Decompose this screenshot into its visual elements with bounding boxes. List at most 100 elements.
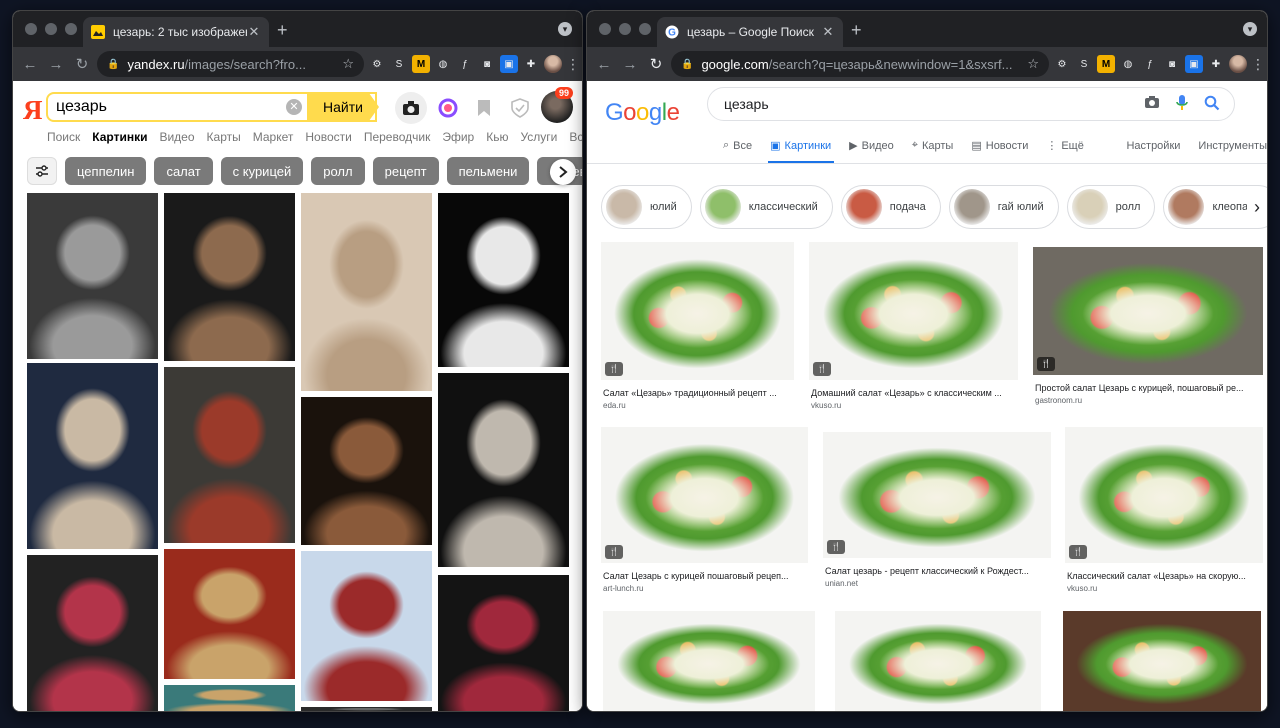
back-icon[interactable]: ← [19, 56, 41, 73]
result-image[interactable] [601, 427, 808, 563]
bookmark-star-icon[interactable]: ☆ [342, 56, 354, 72]
extension-camera-icon[interactable]: ◙ [1163, 55, 1181, 73]
extension-globe-icon[interactable]: ◍ [1119, 55, 1137, 73]
minimize-window-button[interactable] [619, 23, 631, 35]
menu-kebab-icon[interactable]: ⋮ [566, 56, 580, 73]
nav-item[interactable]: Поиск [47, 130, 80, 144]
result-source[interactable]: vkuso.ru [811, 401, 841, 410]
new-tab-button[interactable]: + [277, 20, 288, 41]
clear-search-icon[interactable]: ✕ [286, 99, 302, 115]
tab-yandex[interactable]: цезарь: 2 тыс изображений н ✕ [83, 17, 269, 47]
image-result[interactable]: 🍴 Простой салат Цезарь с курицей, пошагов… [1033, 247, 1263, 409]
extension-camera-icon[interactable]: ◙ [478, 55, 496, 73]
tab-more[interactable]: ⋮ Ещё [1046, 139, 1084, 153]
microphone-icon[interactable] [1176, 95, 1188, 114]
google-logo[interactable]: Google [605, 99, 680, 127]
nav-item[interactable]: Эфир [442, 130, 474, 144]
image-result[interactable]: 🍴 Салат Цезарь с курицей пошаговый рецеп.… [601, 427, 808, 597]
forward-icon[interactable]: → [45, 56, 67, 73]
reload-icon[interactable]: ↻ [71, 55, 93, 73]
chips-next-button[interactable]: › [1247, 191, 1267, 223]
image-thumbnail[interactable] [164, 193, 295, 361]
collections-bookmark-icon[interactable] [471, 95, 497, 121]
image-thumbnail[interactable] [27, 193, 158, 359]
result-image[interactable] [809, 242, 1018, 380]
extension-s-icon[interactable]: S [390, 55, 408, 73]
maximize-window-button[interactable] [65, 23, 77, 35]
image-thumbnail[interactable] [438, 193, 569, 367]
nav-item[interactable]: Переводчик [364, 130, 431, 144]
address-bar[interactable]: 🔒 yandex.ru /images/search?fro... ☆ [97, 51, 364, 77]
nav-item[interactable]: Кью [486, 130, 508, 144]
related-chip[interactable]: подача [840, 185, 941, 229]
image-thumbnail[interactable] [164, 367, 295, 543]
image-thumbnail[interactable] [27, 555, 158, 711]
image-result[interactable] [603, 611, 815, 711]
result-source[interactable]: eda.ru [603, 401, 626, 410]
result-caption[interactable]: Салат Цезарь с курицей пошаговый рецеп..… [603, 571, 808, 581]
extensions-puzzle-icon[interactable]: ✚ [1207, 55, 1225, 73]
result-source[interactable]: unian.net [825, 579, 858, 588]
result-source[interactable]: gastronom.ru [1035, 396, 1082, 405]
back-icon[interactable]: ← [593, 56, 615, 73]
extension-formula-icon[interactable]: ƒ [456, 55, 474, 73]
image-thumbnail[interactable] [438, 575, 569, 711]
image-thumbnail[interactable] [301, 707, 432, 711]
related-chip[interactable]: юлий [601, 185, 692, 229]
minimize-window-button[interactable] [45, 23, 57, 35]
yandex-logo[interactable]: Я [23, 95, 43, 126]
search-submit-icon[interactable] [1204, 95, 1220, 114]
result-image[interactable] [823, 432, 1051, 558]
image-result[interactable] [835, 611, 1041, 711]
image-thumbnail[interactable] [438, 373, 569, 567]
image-thumbnail[interactable] [164, 685, 295, 711]
extension-m-icon[interactable]: M [1097, 55, 1115, 73]
nav-item[interactable]: Маркет [253, 130, 294, 144]
close-tab-icon[interactable]: ✕ [821, 24, 835, 40]
extension-globe-icon[interactable]: ◍ [434, 55, 452, 73]
result-image[interactable] [601, 242, 794, 380]
image-thumbnail[interactable] [164, 549, 295, 679]
profile-avatar[interactable] [544, 55, 562, 73]
alice-icon[interactable] [435, 95, 461, 121]
image-thumbnail[interactable] [27, 363, 158, 549]
extension-formula-icon[interactable]: ƒ [1141, 55, 1159, 73]
nav-item[interactable]: Картинки [92, 130, 147, 144]
image-result[interactable]: 🍴 Салат цезарь - рецепт классический к Ро… [823, 432, 1051, 592]
image-thumbnail[interactable] [301, 193, 432, 391]
search-button[interactable]: Найти [307, 92, 379, 122]
reload-icon[interactable]: ↻ [645, 55, 667, 73]
extension-gear-icon[interactable]: ⚙ [368, 55, 386, 73]
query-chip[interactable]: с курицей [220, 157, 304, 185]
result-caption[interactable]: Салат «Цезарь» традиционный рецепт ... [603, 388, 794, 398]
image-result[interactable]: 🍴 Салат «Цезарь» традиционный рецепт ... e… [601, 242, 794, 414]
extension-window-icon[interactable]: ▣ [1185, 55, 1203, 73]
nav-item[interactable]: Новости [305, 130, 351, 144]
result-caption[interactable]: Классический салат «Цезарь» на скорую... [1067, 571, 1263, 581]
query-chip[interactable]: ролл [311, 157, 365, 185]
related-chip[interactable]: ролл [1066, 185, 1156, 229]
search-input[interactable]: цезарь [707, 87, 1235, 121]
query-chip[interactable]: салат [154, 157, 213, 185]
image-result[interactable]: 🍴 Домашний салат «Цезарь» с классическим … [809, 242, 1018, 414]
related-chip[interactable]: гай юлий [948, 185, 1059, 229]
tab-maps[interactable]: ⌖ Карты [912, 139, 954, 152]
extension-gear-icon[interactable]: ⚙ [1053, 55, 1071, 73]
tab-google[interactable]: G цезарь – Google Поиск ✕ [657, 17, 843, 47]
nav-item[interactable]: Видео [159, 130, 194, 144]
close-window-button[interactable] [25, 23, 37, 35]
result-source[interactable]: art-lunch.ru [603, 584, 643, 593]
result-image[interactable] [835, 611, 1041, 711]
result-image[interactable] [603, 611, 815, 711]
chips-next-button[interactable] [550, 159, 576, 185]
shield-icon[interactable] [507, 95, 533, 121]
bookmark-star-icon[interactable]: ☆ [1027, 56, 1039, 72]
tab-all[interactable]: ⌕ Все [723, 139, 752, 152]
result-image[interactable] [1065, 427, 1263, 563]
image-result[interactable]: 🍴 Классический салат «Цезарь» на скорую..… [1065, 427, 1263, 597]
image-thumbnail[interactable] [301, 551, 432, 701]
profile-avatar[interactable] [1229, 55, 1247, 73]
filters-button[interactable] [27, 157, 57, 185]
query-chip[interactable]: пельмени [446, 157, 530, 185]
tab-videos[interactable]: ▶ Видео [849, 139, 894, 153]
